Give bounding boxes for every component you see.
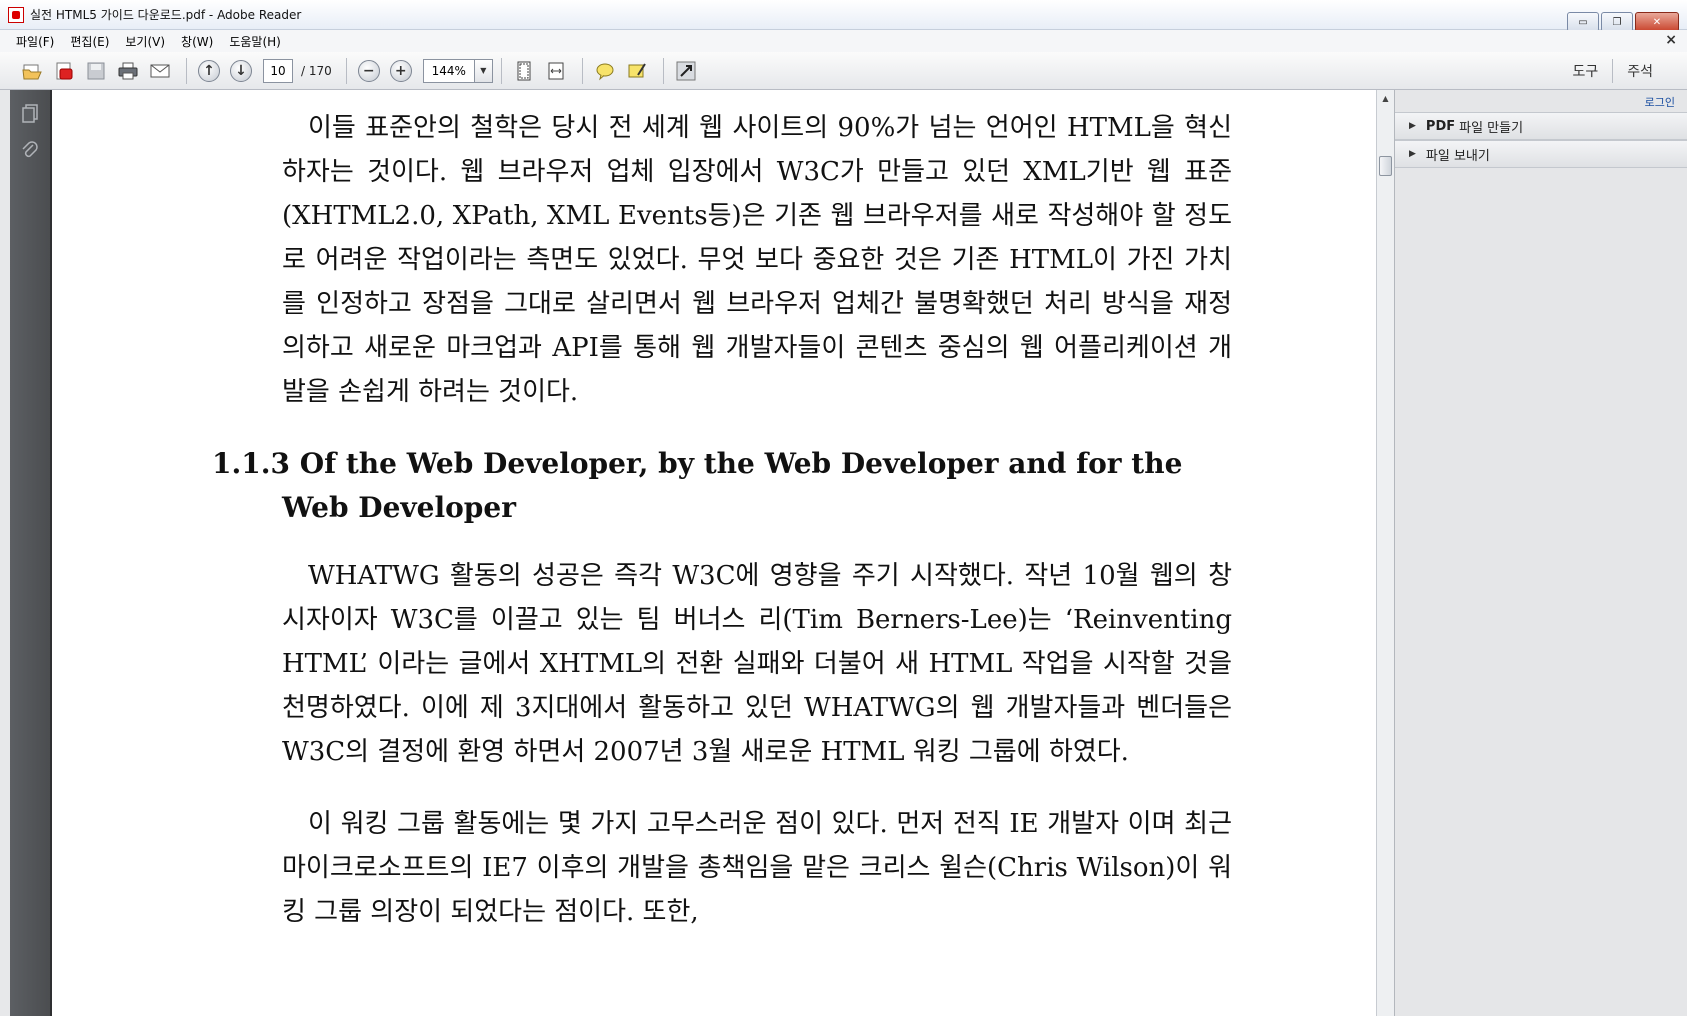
menu-help[interactable]: 도움말(H) [229,33,281,50]
zoom-value: 144% [431,63,466,78]
scroll-up-icon[interactable]: ▲ [1377,90,1394,106]
zoom-out-button[interactable]: − [355,57,383,85]
paperclip-icon[interactable] [18,138,42,162]
sticky-note-button[interactable] [591,57,619,85]
full-screen-button[interactable] [672,57,700,85]
window-left-edge [0,90,10,1016]
plus-icon: + [389,59,412,82]
paragraph-working-group: 이 워킹 그룹 활동에는 몇 가지 고무스러운 점이 있다. 먼저 전직 IE … [282,809,1232,927]
task-pane: 로그인 ▶ PDF 파일 만들기 ▶ 파일 보내기 [1394,90,1687,1016]
menu-window[interactable]: 창(W) [181,33,213,50]
document-close-icon[interactable]: × [1665,32,1677,48]
fit-width-icon [548,62,564,79]
create-pdf-button[interactable] [50,57,78,85]
window-controls: ▭ ❐ ✕ [1567,12,1679,32]
send-file-label: 파일 보내기 [1425,148,1490,164]
toolbar-separator [345,57,347,84]
page-number-input[interactable]: 10 [263,58,293,83]
create-pdf-icon [56,62,73,79]
toolbar: ↑ ↓ 10 / 170 − + 144% ▼ 도구 주석 [0,52,1687,90]
tools-link[interactable]: 도구 [1558,61,1612,81]
triangle-right-icon: ▶ [1409,121,1416,131]
floppy-disk-icon [87,62,105,79]
page-total: / 170 [301,63,332,78]
restore-button[interactable]: ❐ [1601,12,1633,32]
save-button[interactable] [82,57,110,85]
printer-icon [118,62,138,79]
zoom-select[interactable]: 144% ▼ [422,58,493,83]
minimize-button[interactable]: ▭ [1567,12,1599,32]
paragraph-whatwg: WHATWG 활동의 성공은 즉각 W3C에 영향을 주기 시작했다. 작년 1… [282,561,1232,767]
create-pdf-label-bold: PDF [1425,118,1456,134]
fit-width-button[interactable] [542,57,570,85]
fit-page-button[interactable] [510,57,538,85]
next-page-button[interactable]: ↓ [227,57,255,85]
open-file-button[interactable] [18,57,46,85]
window-title: 실전 HTML5 가이드 다운로드.pdf - Adobe Reader [30,8,302,22]
menu-file[interactable]: 파일(F) [16,33,54,50]
toolbar-separator [662,57,664,84]
zoom-in-button[interactable]: + [387,57,415,85]
toolbar-separator [186,57,187,84]
menu-edit[interactable]: 편집(E) [70,33,109,50]
speech-bubble-icon [596,63,614,80]
send-file-panel[interactable]: ▶ 파일 보내기 [1395,140,1687,168]
title-bar: 실전 HTML5 가이드 다운로드.pdf - Adobe Reader ▭ ❐… [0,0,1687,32]
menu-view[interactable]: 보기(V) [125,33,165,50]
triangle-right-icon: ▶ [1409,149,1416,159]
email-button[interactable] [146,57,174,85]
arrow-down-icon: ↓ [230,59,252,82]
adobe-pdf-icon [8,6,24,23]
arrow-up-icon: ↑ [198,59,220,82]
page-thumbnails-icon[interactable] [18,102,42,126]
highlighter-icon [628,62,646,77]
navigation-pane [10,90,52,1016]
section-heading: 1.1.3 Of the Web Developer, by the Web D… [212,447,1183,524]
menu-bar: 파일(F) 편집(E) 보기(V) 창(W) 도움말(H) × [0,30,1687,52]
open-folder-icon [22,64,42,79]
create-pdf-panel[interactable]: ▶ PDF 파일 만들기 [1395,112,1687,140]
comment-link[interactable]: 주석 [1613,61,1667,81]
paragraph-philosophy: 이들 표준안의 철학은 당시 전 세계 웹 사이트의 90%가 넘는 언어인 H… [282,113,1232,407]
toolbar-separator [500,57,502,84]
fit-page-icon [517,61,531,80]
toolbar-right-links: 도구 주석 [1558,59,1667,83]
toolbar-separator [581,57,583,84]
vertical-scrollbar[interactable]: ▲ [1376,90,1394,1016]
document-view[interactable]: 이들 표준안의 철학은 당시 전 세계 웹 사이트의 90%가 넘는 언어인 H… [52,90,1380,1016]
expand-icon [676,61,696,80]
minus-icon: − [357,59,380,82]
page-content: 이들 표준안의 철학은 당시 전 세계 웹 사이트의 90%가 넘는 언어인 H… [212,106,1232,962]
print-button[interactable] [114,57,142,85]
highlight-button[interactable] [623,57,651,85]
previous-page-button[interactable]: ↑ [195,57,223,85]
create-pdf-label: 파일 만들기 [1459,120,1524,136]
chevron-down-icon[interactable]: ▼ [473,59,492,82]
close-button[interactable]: ✕ [1635,12,1679,32]
scroll-thumb[interactable] [1379,156,1392,176]
envelope-icon [150,64,170,77]
login-link[interactable]: 로그인 [1395,90,1687,112]
